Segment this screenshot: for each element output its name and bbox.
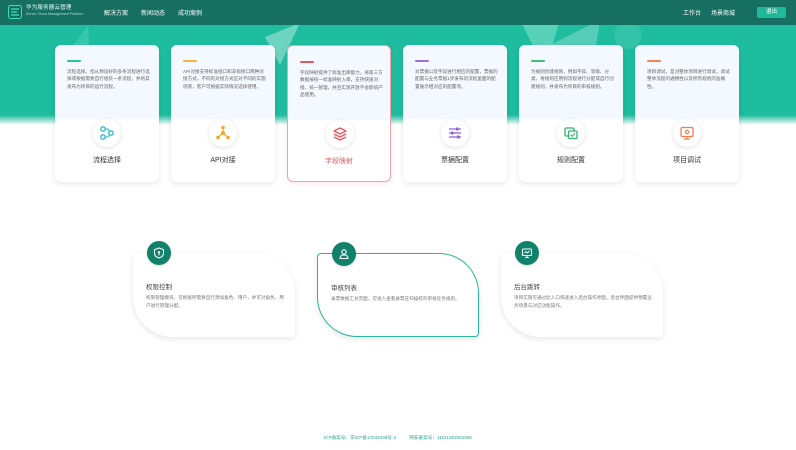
nav-news[interactable]: 新闻动态 [141, 8, 165, 17]
card-description: 字段映射提供了标准出库能力，将第三方数据按统一标准映射入库，支持快速对接、统一管… [300, 70, 383, 98]
card-flow-select[interactable]: 流程选择。指从预设好的多条流程进行选择或根据需要自行组装一条流程，并将其发布为项… [55, 45, 159, 182]
card-project-debug[interactable]: 项目调试，是对整体项目进行调试，调试整体流程的通畅性以及所有规则的准确性。 项目… [635, 45, 739, 182]
feature-description: 项目实施可通过此入口快速进入后台操作界面，后台界面提供预置业务场景与对应功能操作… [514, 295, 652, 308]
card-title: 规则配置 [557, 157, 585, 164]
brand-logo[interactable]: 华为服务器云管理 Server Cloud Management Platfor… [8, 5, 83, 21]
monitor-icon [515, 241, 539, 265]
brand-name: 华为服务器云管理 [26, 5, 72, 11]
icp-record-link[interactable]: ICP备案号：京ICP备17043438号-2 [324, 435, 396, 440]
logo-icon [8, 5, 22, 19]
police-record-link[interactable]: 网安备案号：11011202001955 [409, 435, 472, 440]
nav-workbench[interactable]: 工作台 [683, 8, 701, 17]
card-title: 流程选择 [93, 157, 121, 164]
card-accent-line [183, 60, 197, 62]
card-description: 对票据以及字段进行相应的配置，票据的配置与业务票据1步发布的流程里面的配置展示相… [415, 69, 498, 89]
card-field-mapping[interactable]: 字段映射提供了标准出库能力，将第三方数据按统一标准映射入库，支持快速对接、统一管… [287, 45, 391, 182]
nav-cases[interactable]: 成功案例 [178, 8, 202, 17]
main-nav: 解决方案 新闻动态 成功案例 [104, 8, 215, 17]
card-accent-line [647, 60, 661, 62]
card-api-integration[interactable]: API对接支持标准接口和非标接口两种对接方式，不同的对接方式应对不同的实施场景，… [171, 45, 275, 182]
flow-icon [93, 119, 121, 147]
logout-button[interactable]: 退出 [757, 7, 786, 18]
debug-icon [673, 119, 701, 147]
card-description: API对接支持标准接口和非标接口两种对接方式，不同的对接方式应对不同的实施场景，… [183, 69, 266, 89]
card-description: 项目调试，是对整体项目进行调试，调试整体流程的通畅性以及所有规则的准确性。 [647, 69, 730, 89]
card-accent-line [67, 60, 81, 62]
layers-icon [326, 120, 354, 148]
card-accent-line [415, 60, 429, 62]
sliders-icon [441, 119, 469, 147]
card-title: API对接 [210, 157, 236, 164]
user-nav: 工作台 场景商城 [683, 8, 745, 17]
feature-permission-control[interactable]: 权限控制 权限管理模块，可根据所需要自行添加角色、用户，并可对角色、用户进行管理… [133, 241, 295, 337]
top-navigation-bar: 华为服务器云管理 Server Cloud Management Platfor… [0, 0, 796, 25]
footer: ICP备案号：京ICP备17043438号-2 网安备案号：1101120200… [0, 435, 796, 441]
card-rule-config[interactable]: 为规则创建规则，例如字段、等级、分类，将规则应用到流程进行分配或自行创建规则，并… [519, 45, 623, 182]
nav-solutions[interactable]: 解决方案 [104, 8, 128, 17]
card-title: 项目调试 [673, 157, 701, 164]
card-accent-line [531, 60, 545, 62]
feature-description: 录票数据汇总页面，可进入查看录票在扫描校的审核任务规则。 [331, 296, 460, 301]
feature-title: 后台跳转 [514, 284, 540, 291]
card-title: 字段映射 [325, 158, 353, 165]
card-description: 流程选择。指从预设好的多条流程进行选择或根据需要自行组装一条流程，并将其发布为项… [67, 69, 150, 89]
feature-description: 权限管理模块，可根据所需要自行添加角色、用户，并可对角色、用户进行管理分配。 [146, 295, 284, 308]
api-icon [209, 119, 237, 147]
feature-title: 审核列表 [331, 285, 357, 292]
card-description: 为规则创建规则，例如字段、等级、分类，将规则应用到流程进行分配或自行创建规则，并… [531, 69, 614, 89]
rule-icon [557, 119, 585, 147]
feature-title: 权限控制 [146, 284, 172, 291]
shield-icon [147, 241, 171, 265]
card-title: 票据配置 [441, 157, 469, 164]
card-accent-line [300, 61, 314, 63]
feature-backend-jump[interactable]: 后台跳转 项目实施可通过此入口快速进入后台操作界面，后台界面提供预置业务场景与对… [501, 241, 663, 337]
nav-scene-mall[interactable]: 场景商城 [711, 8, 735, 17]
feature-review-list[interactable]: 审核列表 录票数据汇总页面，可进入查看录票在扫描校的审核任务规则。 [317, 242, 479, 337]
user-icon [332, 242, 356, 266]
card-bill-config[interactable]: 对票据以及字段进行相应的配置，票据的配置与业务票据1步发布的流程里面的配置展示相… [403, 45, 507, 182]
brand-subtitle: Server Cloud Management Platform [26, 12, 84, 16]
